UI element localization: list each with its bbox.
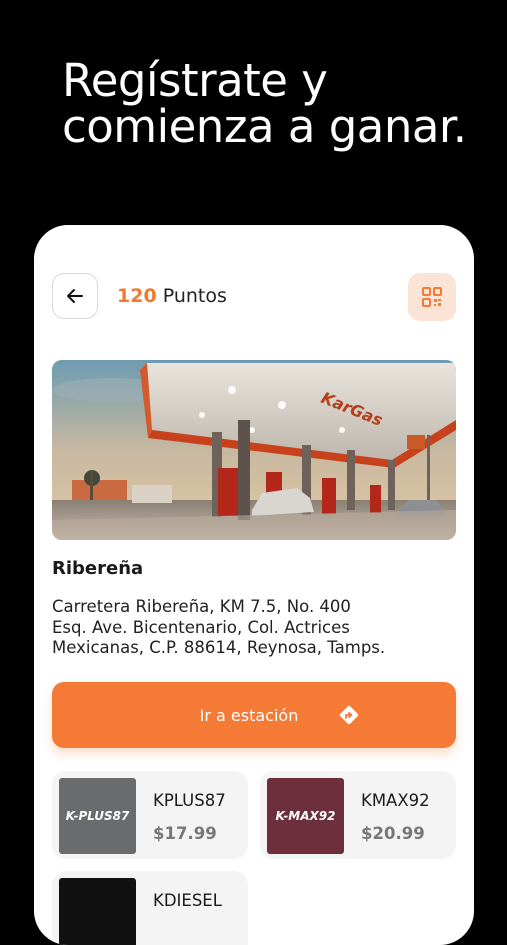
points-value: 120 (117, 285, 157, 307)
fuel-name: KPLUS87 (153, 791, 226, 810)
fuel-brand-kmax92: K-MAX92 (275, 809, 336, 823)
headline-line-1: Regístrate y (62, 54, 328, 107)
station-photo: KarGas (52, 360, 456, 540)
fuel-card-kmax92[interactable]: K-MAX92 KMAX92 $20.99 (260, 771, 456, 859)
fuel-name: KMAX92 (361, 791, 430, 810)
fuel-price: $17.99 (153, 824, 217, 843)
qr-button[interactable] (408, 273, 456, 321)
address-line-2: Esq. Ave. Bicentenario, Col. Actrices (52, 617, 350, 637)
fuel-card-kplus87[interactable]: K-PLUS87 KPLUS87 $17.99 (52, 771, 248, 859)
back-button[interactable] (52, 273, 98, 319)
gas-station-illustration: KarGas (52, 360, 456, 540)
station-name: Ribereña (52, 558, 144, 579)
fuel-card-kdiesel[interactable]: KDIESEL (52, 871, 248, 945)
fuel-brand-kplus87: K-PLUS87 (65, 809, 130, 823)
address-line-3: Mexicanas, C.P. 88614, Reynosa, Tamps. (52, 638, 386, 657)
go-to-station-button[interactable]: Ir a estación (52, 682, 456, 748)
points-display: 120 Puntos (117, 285, 227, 307)
qr-code-icon (422, 287, 442, 307)
fuel-price: $20.99 (361, 824, 425, 843)
top-bar: 120 Puntos (52, 273, 456, 321)
address-line-1: Carretera Ribereña, KM 7.5, No. 400 (52, 597, 351, 616)
headline: Regístrate y comienza a ganar. (62, 58, 502, 150)
fuel-thumb-kdiesel (59, 878, 136, 945)
directions-icon (339, 705, 359, 725)
fuel-thumb-kplus87: K-PLUS87 (59, 778, 136, 854)
fuel-name: KDIESEL (153, 891, 222, 910)
fuel-thumb-kmax92: K-MAX92 (267, 778, 344, 854)
headline-line-2: comienza a ganar. (62, 100, 467, 153)
go-to-station-label: Ir a estación (199, 705, 299, 725)
points-label: Puntos (162, 285, 227, 307)
station-address: Carretera Ribereña, KM 7.5, No. 400 Esq.… (52, 597, 432, 659)
arrow-left-icon (67, 289, 83, 303)
phone-screen: 120 Puntos KarGas Ribereña Carretera Rib… (34, 225, 474, 945)
